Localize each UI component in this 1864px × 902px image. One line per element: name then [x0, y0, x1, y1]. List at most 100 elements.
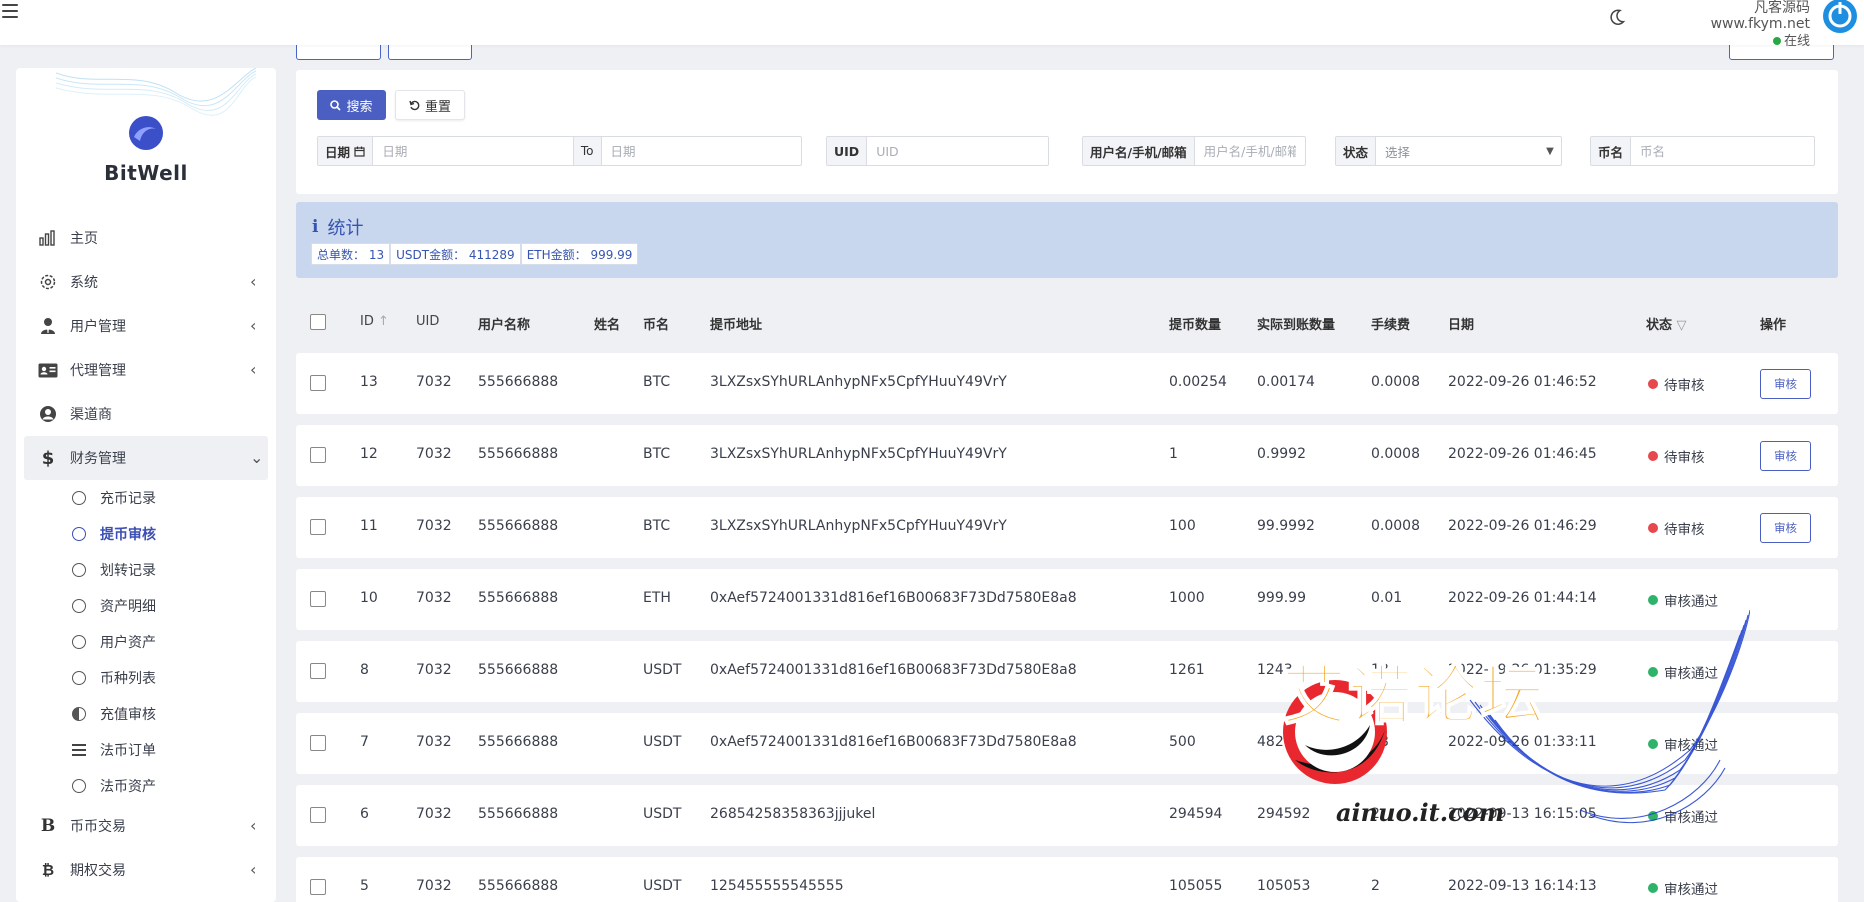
status-field[interactable]: 状态 选择 ▼	[1335, 136, 1562, 166]
sidebar-subitem-deposit-records[interactable]: 充币记录	[16, 480, 276, 516]
date-from-input[interactable]	[373, 137, 573, 165]
row-checkbox[interactable]	[310, 735, 326, 751]
bitwell-logo-icon	[129, 116, 163, 150]
user-info[interactable]: 凡客源码www.fkym.net 在线	[1655, 0, 1810, 52]
coin-label: 币名	[1591, 137, 1632, 165]
cell-address: 0xAef5724001331d816ef16B00683F73Dd7580E8…	[710, 734, 1077, 750]
cell-id: 12	[360, 446, 378, 462]
moon-icon[interactable]	[1607, 7, 1627, 27]
cell-actual: 0.00174	[1257, 374, 1315, 390]
cell-username: 555666888	[478, 374, 559, 390]
header-username: 用户名称	[478, 318, 531, 333]
sidebar-item-home[interactable]: 主页	[16, 216, 276, 260]
sidebar-item-finance[interactable]: $ 财务管理 ⌄	[24, 436, 268, 480]
sidebar-subitem-label: 币种列表	[100, 671, 156, 687]
cell-coin: USDT	[643, 734, 682, 750]
dollar-icon: $	[41, 447, 55, 469]
circle-icon	[72, 671, 86, 685]
search-button-label: 搜索	[346, 99, 373, 115]
status-dot	[1648, 883, 1658, 893]
cell-date: 2022-09-13 16:14:13	[1448, 878, 1597, 894]
avatar[interactable]	[1820, 0, 1860, 36]
cell-amount: 1000	[1169, 590, 1205, 606]
cell-coin: BTC	[643, 374, 671, 390]
status-dot	[1648, 739, 1658, 749]
coin-input[interactable]	[1631, 137, 1814, 165]
uid-input[interactable]	[867, 137, 1048, 165]
uid-label: UID	[827, 137, 868, 165]
cell-id: 10	[360, 590, 378, 606]
sidebar-item-label: 期权交易	[70, 863, 126, 879]
row-checkbox[interactable]	[310, 375, 326, 391]
user-input[interactable]	[1194, 137, 1305, 165]
reset-button[interactable]: 重置	[395, 90, 465, 120]
header-name: 姓名	[594, 318, 621, 333]
table-row: 11 7032 555666888 BTC 3LXZsxSYhURLAnhypNFx5C…	[296, 497, 1838, 558]
sidebar-subitem-coin-list[interactable]: 币种列表	[16, 660, 276, 696]
table-row: 5 7032 555666888 USDT 125455555545555 105055 1…	[296, 857, 1838, 902]
status-dot	[1648, 379, 1658, 389]
row-checkbox[interactable]	[310, 447, 326, 463]
sidebar-item-options-trading[interactable]: ₿ 期权交易 ‹	[16, 848, 276, 892]
to-label: To	[572, 137, 602, 165]
sidebar-subitem-user-assets[interactable]: 用户资产	[16, 624, 276, 660]
user-circle-icon	[38, 404, 58, 424]
cell-address: 0xAef5724001331d816ef16B00683F73Dd7580E8…	[710, 662, 1077, 678]
cell-date: 2022-09-26 01:33:11	[1448, 734, 1597, 750]
sidebar-item-system[interactable]: 系统 ‹	[16, 260, 276, 304]
coin-field: 币名	[1590, 136, 1815, 166]
sidebar-item-agent-management[interactable]: 代理管理 ‹	[16, 348, 276, 392]
caret-down-icon: ▼	[1546, 145, 1554, 157]
header-id[interactable]: ID ↑	[360, 314, 389, 329]
row-checkbox[interactable]	[310, 663, 326, 679]
stats-title: i 统计	[312, 214, 363, 240]
sidebar-subitem-transfer-records[interactable]: 划转记录	[16, 552, 276, 588]
cell-status: 审核通过	[1648, 590, 1718, 610]
sidebar-subitem-asset-details[interactable]: 资产明细	[16, 588, 276, 624]
sidebar-item-label: 财务管理	[70, 451, 126, 467]
circle-icon	[72, 635, 86, 649]
cell-date: 2022-09-26 01:44:14	[1448, 590, 1597, 606]
audit-button[interactable]: 审核	[1760, 513, 1811, 543]
cell-uid: 7032	[416, 878, 452, 894]
table-row: 12 7032 555666888 BTC 3LXZsxSYhURLAnhypNFx5C…	[296, 425, 1838, 486]
cell-amount: 0.00254	[1169, 374, 1227, 390]
row-checkbox[interactable]	[310, 807, 326, 823]
sidebar-subitem-label: 提币审核	[100, 527, 156, 543]
hamburger-menu-icon[interactable]	[2, 4, 18, 18]
cell-address: 3LXZsxSYhURLAnhypNFx5CpfYHuuY49VrY	[710, 518, 1007, 534]
audit-button[interactable]: 审核	[1760, 441, 1811, 471]
cell-coin: USDT	[643, 662, 682, 678]
cell-id: 5	[360, 878, 369, 894]
sidebar-item-user-management[interactable]: 用户管理 ‹	[16, 304, 276, 348]
sidebar-subitem-recharge-audit[interactable]: 充值审核	[16, 696, 276, 732]
cell-uid: 7032	[416, 518, 452, 534]
header-date: 日期	[1448, 318, 1475, 333]
cell-date: 2022-09-26 01:35:29	[1448, 662, 1597, 678]
search-button[interactable]: 搜索	[317, 90, 386, 120]
sidebar-subitem-label: 法币订单	[100, 743, 156, 759]
row-checkbox[interactable]	[310, 591, 326, 607]
row-checkbox[interactable]	[310, 519, 326, 535]
sidebar-item-channel[interactable]: 渠道商	[16, 392, 276, 436]
cell-amount: 500	[1169, 734, 1196, 750]
cell-address: 0xAef5724001331d816ef16B00683F73Dd7580E8…	[710, 590, 1077, 606]
sidebar-subitem-label: 法币资产	[100, 779, 156, 795]
cell-uid: 7032	[416, 806, 452, 822]
status-dot	[1648, 667, 1658, 677]
header-status[interactable]: 状态 ▽	[1646, 314, 1687, 333]
filter-icon: ▽	[1676, 318, 1687, 333]
undo-icon	[409, 100, 420, 110]
audit-button[interactable]: 审核	[1760, 369, 1811, 399]
sidebar-subitem-fiat-orders[interactable]: 法币订单	[16, 732, 276, 768]
sidebar-item-spot-trading[interactable]: B 币币交易 ‹	[16, 804, 276, 848]
cell-username: 555666888	[478, 806, 559, 822]
search-icon	[330, 99, 342, 111]
select-all-checkbox[interactable]	[310, 314, 326, 330]
sidebar-subitem-fiat-assets[interactable]: 法币资产	[16, 768, 276, 804]
date-to-input[interactable]	[601, 137, 802, 165]
status-select[interactable]: 选择	[1376, 137, 1539, 165]
stats-chips: 总单数： 13 USDT金额： 411289 ETH金额： 999.99	[311, 243, 639, 265]
sidebar-subitem-withdraw-audit[interactable]: 提币审核	[16, 516, 276, 552]
row-checkbox[interactable]	[310, 879, 326, 895]
